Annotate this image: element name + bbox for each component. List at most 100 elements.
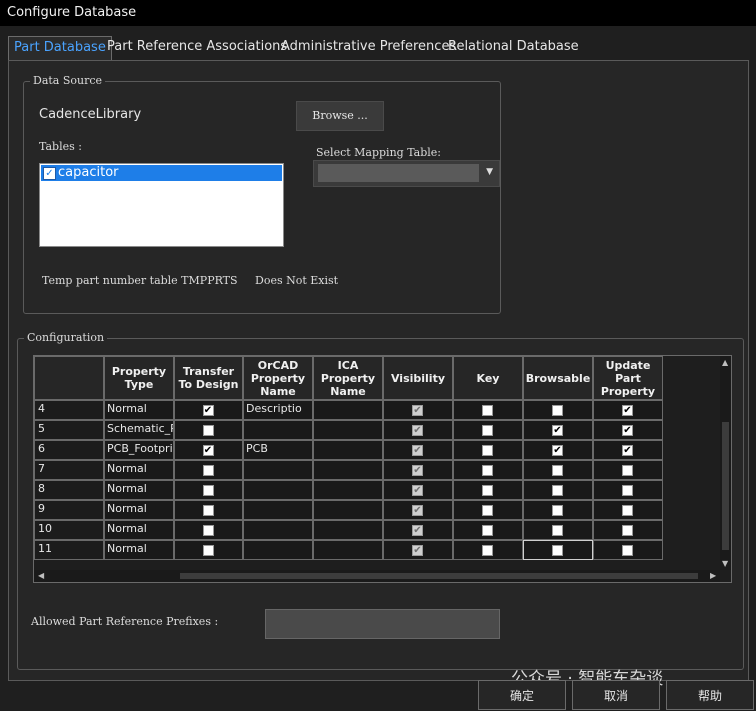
checkbox-unchecked[interactable]	[552, 405, 563, 416]
cancel-button[interactable]: 取消	[572, 680, 660, 710]
row-header[interactable]: 8	[34, 480, 104, 500]
horizontal-scroll-thumb[interactable]	[180, 573, 698, 579]
tab-part-reference-associations[interactable]: Part Reference Associations	[102, 36, 292, 59]
grid-cell-transfer[interactable]	[174, 540, 243, 560]
grid-cell-type[interactable]: Schematic_Pa	[104, 420, 174, 440]
column-header[interactable]: Visibility	[383, 356, 453, 400]
column-header[interactable]: OrCAD Property Name	[243, 356, 313, 400]
grid-cell-update[interactable]	[593, 460, 663, 480]
grid-cell-type[interactable]: PCB_Footprint	[104, 440, 174, 460]
horizontal-scrollbar[interactable]: ◀ ▶	[34, 570, 720, 582]
grid-cell-orcad[interactable]	[243, 480, 313, 500]
checkbox-checked[interactable]: ✔	[412, 405, 423, 416]
grid-cell-visibility[interactable]: ✔	[383, 480, 453, 500]
table-item-capacitor[interactable]: ✓ capacitor	[41, 165, 282, 181]
row-header[interactable]: 9	[34, 500, 104, 520]
checkbox-unchecked[interactable]	[482, 405, 493, 416]
grid-cell-ica[interactable]	[313, 500, 383, 520]
checkbox-unchecked[interactable]	[482, 505, 493, 516]
grid-cell-browsable[interactable]: ✔	[523, 440, 593, 460]
row-header[interactable]: 4	[34, 400, 104, 420]
checkbox-unchecked[interactable]	[552, 505, 563, 516]
checkbox-unchecked[interactable]	[202, 545, 214, 556]
grid-cell-orcad[interactable]	[243, 460, 313, 480]
row-header[interactable]: 5	[34, 420, 104, 440]
checkbox-unchecked[interactable]	[202, 525, 214, 536]
grid-cell-transfer[interactable]	[174, 420, 243, 440]
grid-cell-key[interactable]	[453, 540, 523, 560]
scroll-down-icon[interactable]: ▼	[722, 559, 728, 568]
grid-cell-type[interactable]: Normal	[104, 400, 174, 420]
row-header[interactable]: 10	[34, 520, 104, 540]
grid-cell-ica[interactable]	[313, 540, 383, 560]
checkbox-checked[interactable]: ✔	[412, 525, 423, 536]
checkbox-unchecked[interactable]	[622, 505, 633, 516]
grid-cell-key[interactable]	[453, 500, 523, 520]
mapping-table-select[interactable]: ▼	[313, 160, 500, 187]
row-header[interactable]: 11	[34, 540, 104, 560]
checkbox-checked[interactable]: ✔	[412, 485, 423, 496]
grid-cell-orcad[interactable]	[243, 500, 313, 520]
grid-cell-ica[interactable]	[313, 480, 383, 500]
checkbox-unchecked[interactable]	[202, 485, 214, 496]
grid-cell-orcad[interactable]	[243, 420, 313, 440]
vertical-scroll-thumb[interactable]	[722, 422, 729, 550]
grid-cell-browsable[interactable]: ✔	[523, 420, 593, 440]
scroll-up-icon[interactable]: ▲	[722, 358, 728, 367]
checkbox-unchecked[interactable]	[622, 525, 633, 536]
checkbox-unchecked[interactable]	[552, 525, 563, 536]
checkbox-unchecked[interactable]	[482, 485, 493, 496]
grid-cell-transfer[interactable]: ✔	[174, 400, 243, 420]
grid-cell-type[interactable]: Normal	[104, 540, 174, 560]
checkbox-unchecked[interactable]	[482, 525, 493, 536]
checkbox-checked[interactable]: ✔	[622, 425, 633, 436]
checkbox-unchecked[interactable]	[482, 425, 493, 436]
checkbox-checked[interactable]: ✔	[412, 545, 423, 556]
row-header[interactable]: 6	[34, 440, 104, 460]
grid-cell-browsable[interactable]	[523, 540, 593, 560]
tab-relational-database[interactable]: Relational Database	[443, 36, 584, 59]
grid-cell-type[interactable]: Normal	[104, 500, 174, 520]
checkbox-checked[interactable]: ✔	[552, 425, 563, 436]
scroll-left-icon[interactable]: ◀	[38, 571, 44, 580]
grid-cell-orcad[interactable]: Descriptio	[243, 400, 313, 420]
checkbox-unchecked[interactable]	[482, 545, 493, 556]
grid-cell-browsable[interactable]	[523, 400, 593, 420]
checkbox-checked[interactable]: ✔	[622, 405, 633, 416]
chevron-down-icon[interactable]: ▼	[486, 167, 493, 177]
grid-cell-key[interactable]	[453, 460, 523, 480]
grid-cell-orcad[interactable]	[243, 540, 313, 560]
grid-cell-update[interactable]: ✔	[593, 420, 663, 440]
grid-cell-browsable[interactable]	[523, 480, 593, 500]
prefix-input[interactable]	[265, 609, 500, 639]
grid-cell-update[interactable]	[593, 480, 663, 500]
ok-button[interactable]: 确定	[478, 680, 566, 710]
grid-cell-ica[interactable]	[313, 400, 383, 420]
checkbox-checked[interactable]: ✔	[412, 505, 423, 516]
grid-cell-ica[interactable]	[313, 420, 383, 440]
checkbox-unchecked[interactable]	[482, 465, 493, 476]
checkbox-unchecked[interactable]	[552, 465, 563, 476]
column-header[interactable]: ICA Property Name	[313, 356, 383, 400]
grid-cell-transfer[interactable]	[174, 500, 243, 520]
tables-listbox[interactable]: ✓ capacitor	[39, 163, 284, 247]
tab-administrative-preferences[interactable]: Administrative Preferences	[276, 36, 461, 59]
grid-cell-type[interactable]: Normal	[104, 480, 174, 500]
grid-cell-ica[interactable]	[313, 520, 383, 540]
grid-cell-update[interactable]: ✔	[593, 400, 663, 420]
grid-cell-visibility[interactable]: ✔	[383, 500, 453, 520]
grid-cell-orcad[interactable]: PCB	[243, 440, 313, 460]
checkbox-unchecked[interactable]	[552, 485, 563, 496]
checkmark-icon[interactable]: ✓	[43, 167, 56, 180]
checkbox-checked[interactable]: ✔	[412, 445, 423, 456]
grid-cell-ica[interactable]	[313, 460, 383, 480]
grid-corner-header[interactable]	[34, 356, 104, 400]
checkbox-unchecked[interactable]	[482, 445, 493, 456]
grid-cell-key[interactable]	[453, 520, 523, 540]
checkbox-unchecked[interactable]	[552, 545, 563, 556]
grid-cell-key[interactable]	[453, 400, 523, 420]
checkbox-checked[interactable]: ✔	[202, 445, 214, 456]
browse-button[interactable]: Browse ...	[296, 101, 384, 131]
grid-cell-orcad[interactable]	[243, 520, 313, 540]
checkbox-unchecked[interactable]	[202, 425, 214, 436]
